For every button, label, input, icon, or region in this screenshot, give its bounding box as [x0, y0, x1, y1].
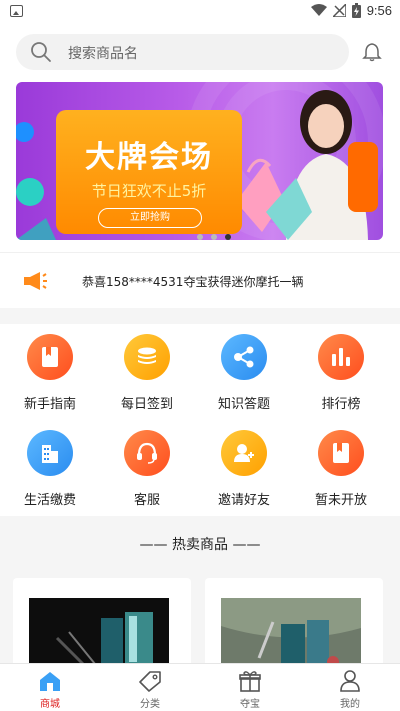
buy-now-button[interactable]: 立即抢购 — [98, 208, 202, 228]
headset-icon — [124, 430, 170, 476]
tab-mine[interactable]: 我的 — [300, 664, 400, 711]
tab-label: 夺宝 — [240, 699, 260, 710]
megaphone-icon — [24, 272, 47, 290]
menu-label: 客服 — [133, 493, 160, 508]
menu-label: 暂未开放 — [314, 493, 367, 508]
notice-bar: 恭喜158****4531夺宝获得迷你摩托一辆 — [0, 252, 400, 308]
search-icon — [31, 42, 51, 62]
tab-treasure[interactable]: 夺宝 — [200, 664, 300, 711]
banner-model-illustration — [236, 90, 378, 240]
header: 搜索商品名 — [0, 24, 400, 82]
menu-item-invite[interactable]: 邀请好友 — [194, 420, 294, 516]
no-signal-icon — [332, 4, 346, 17]
menu-item-guide[interactable]: 新手指南 — [0, 324, 100, 420]
coins-icon — [124, 334, 170, 380]
banner-subtitle: 节日狂欢不止5折 — [91, 182, 207, 200]
battery-icon — [351, 3, 361, 18]
menu-label: 每日签到 — [120, 397, 173, 412]
gallery-notification-icon — [10, 5, 23, 17]
tab-label: 分类 — [140, 699, 160, 710]
bottom-tab-bar: 商城 分类 夺宝 我的 — [0, 663, 400, 711]
gift-icon — [239, 671, 261, 692]
search-placeholder: 搜索商品名 — [68, 46, 138, 62]
add-user-icon — [221, 430, 267, 476]
bar-chart-icon — [318, 334, 364, 380]
share-icon — [221, 334, 267, 380]
bell-icon[interactable] — [362, 42, 382, 62]
menu-label: 邀请好友 — [217, 493, 270, 508]
wifi-icon — [310, 4, 327, 16]
menu-item-utilities[interactable]: 生活缴费 — [0, 420, 100, 516]
notice-text: 恭喜158****4531夺宝获得迷你摩托一辆 — [82, 275, 304, 289]
menu-item-ranking[interactable]: 排行榜 — [291, 324, 391, 420]
banner-section: 大牌会场 节日狂欢不止5折 立即抢购 — [0, 82, 400, 252]
tab-mall[interactable]: 商城 — [0, 664, 100, 711]
carousel-dot[interactable] — [211, 234, 217, 240]
promo-card: 大牌会场 节日狂欢不止5折 立即抢购 — [56, 110, 242, 234]
menu-item-unavailable[interactable]: 暂未开放 — [291, 420, 391, 516]
tab-category[interactable]: 分类 — [100, 664, 200, 711]
hot-products-header: —— 热卖商品 —— — [0, 516, 400, 572]
book-icon — [318, 430, 364, 476]
menu-item-checkin[interactable]: 每日签到 — [97, 324, 197, 420]
menu-label: 生活缴费 — [23, 493, 76, 508]
menu-item-quiz[interactable]: 知识答题 — [194, 324, 294, 420]
clock: 9:56 — [366, 3, 392, 18]
tab-label: 我的 — [340, 699, 360, 710]
tab-label: 商城 — [40, 699, 60, 710]
status-icons: 9:56 — [310, 3, 392, 18]
menu-label: 排行榜 — [321, 397, 361, 412]
menu-item-service[interactable]: 客服 — [97, 420, 197, 516]
carousel-indicator — [197, 234, 231, 240]
menu-label: 新手指南 — [23, 397, 76, 412]
building-icon — [27, 430, 73, 476]
carousel-dot-active[interactable] — [225, 234, 231, 240]
home-icon — [40, 672, 60, 691]
user-icon — [340, 670, 360, 692]
section-title: —— 热卖商品 —— — [139, 537, 261, 553]
feature-grid: 新手指南 每日签到 知识答题 排行榜 生活缴费 客服 邀请好友 暂未开放 — [0, 324, 400, 516]
book-icon — [27, 334, 73, 380]
search-input[interactable]: 搜索商品名 — [16, 34, 349, 70]
menu-label: 知识答题 — [217, 397, 270, 412]
banner-decoration-left — [16, 122, 56, 240]
carousel-dot[interactable] — [197, 234, 203, 240]
banner-title: 大牌会场 — [85, 140, 213, 175]
promo-banner[interactable]: 大牌会场 节日狂欢不止5折 立即抢购 — [16, 82, 383, 240]
tag-icon — [139, 671, 161, 692]
status-bar: 9:56 — [0, 0, 400, 24]
